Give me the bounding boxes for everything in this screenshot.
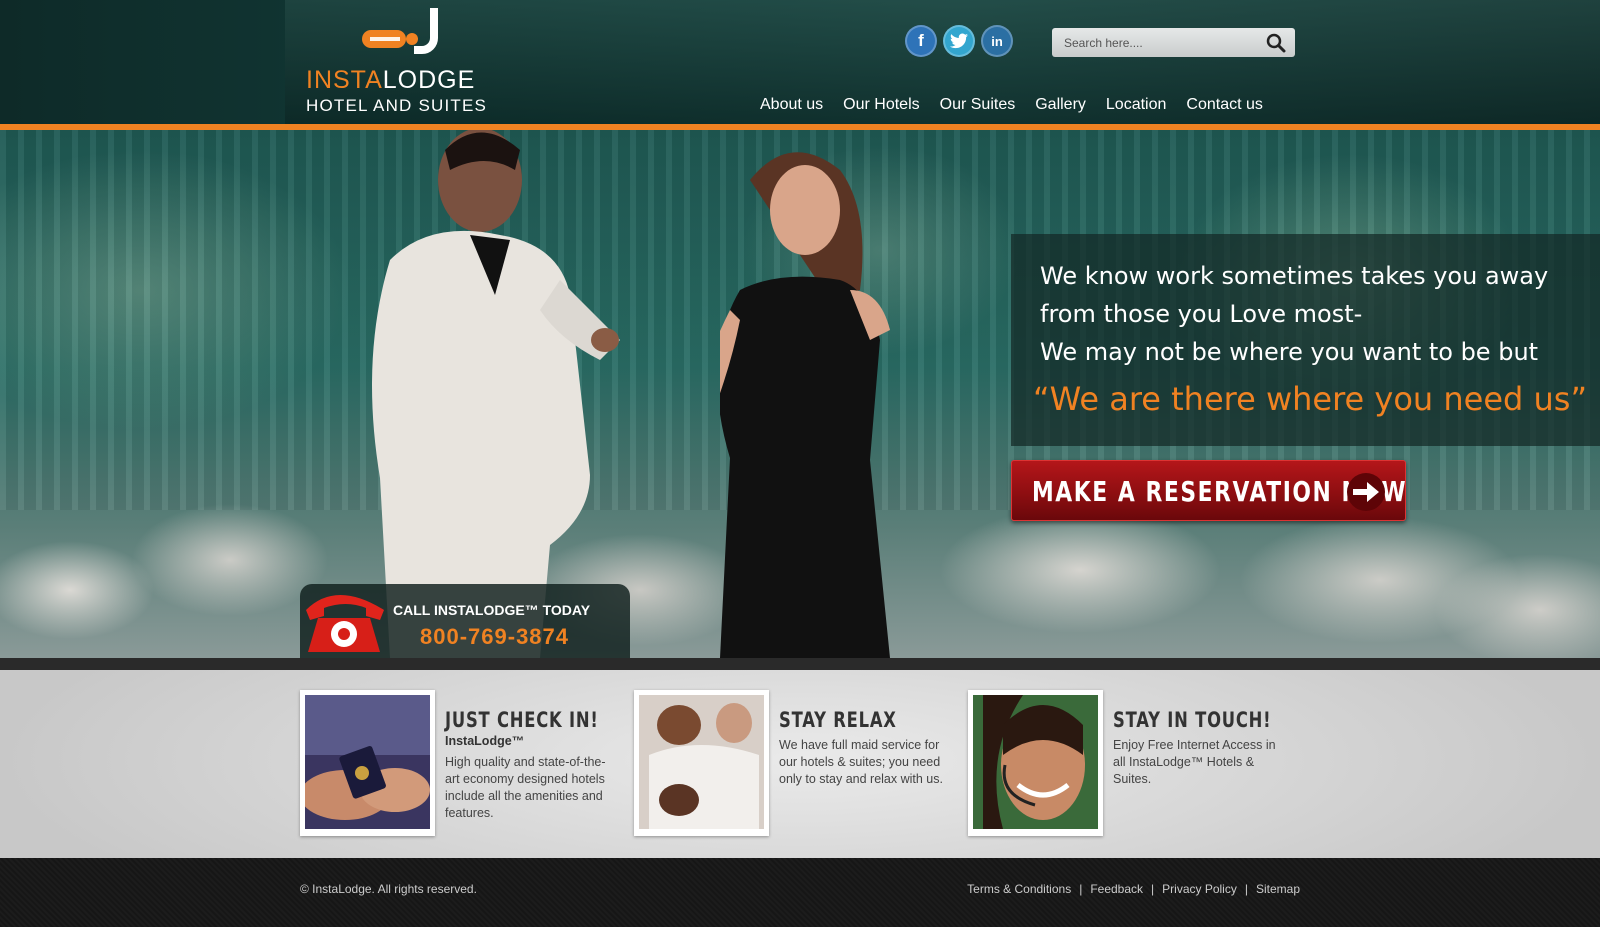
footer-separator: | bbox=[1079, 882, 1083, 896]
footer-separator: | bbox=[1151, 882, 1155, 896]
main-nav: About us Our Hotels Our Suites Gallery L… bbox=[760, 96, 1263, 114]
feature-stay-in-touch: STAY IN TOUCH! Enjoy Free Internet Acces… bbox=[968, 690, 1288, 840]
feature-stay-relax: STAY RELAX We have full maid service for… bbox=[634, 690, 954, 840]
search-box bbox=[1052, 28, 1295, 57]
nav-about-us[interactable]: About us bbox=[760, 96, 823, 114]
hero-bottom-bar bbox=[0, 658, 1600, 670]
tagline-quote: “We are there where you need us” bbox=[1033, 380, 1588, 418]
footer-separator: | bbox=[1244, 882, 1248, 896]
logo-brand-highlight: INSTA bbox=[306, 66, 383, 94]
feature-title: STAY IN TOUCH! bbox=[1113, 708, 1272, 732]
nav-gallery[interactable]: Gallery bbox=[1035, 96, 1086, 114]
couple-relaxing-image bbox=[639, 695, 764, 829]
facebook-icon[interactable]: f bbox=[905, 25, 937, 57]
features-section: JUST CHECK IN! InstaLodge™ High quality … bbox=[0, 670, 1600, 858]
feature-text: We have full maid service for our hotels… bbox=[779, 738, 943, 786]
social-links: f in bbox=[905, 25, 1013, 57]
tagline-line-2: from those you Love most- bbox=[1040, 300, 1363, 328]
footer-link-sitemap[interactable]: Sitemap bbox=[1256, 882, 1300, 896]
hero-banner: We know work sometimes takes you away fr… bbox=[0, 130, 1600, 658]
feature-text: Enjoy Free Internet Access in all InstaL… bbox=[1113, 738, 1276, 786]
nav-contact-us[interactable]: Contact us bbox=[1186, 96, 1262, 114]
footer-link-feedback[interactable]: Feedback bbox=[1090, 882, 1143, 896]
nav-our-hotels[interactable]: Our Hotels bbox=[843, 96, 919, 114]
footer-link-terms[interactable]: Terms & Conditions bbox=[967, 882, 1071, 896]
nav-our-suites[interactable]: Our Suites bbox=[940, 96, 1016, 114]
logo-icon bbox=[362, 8, 438, 54]
linkedin-icon[interactable]: in bbox=[981, 25, 1013, 57]
site-footer: © InstaLodge. All rights reserved. Terms… bbox=[0, 858, 1600, 927]
feature-title: STAY RELAX bbox=[779, 708, 897, 732]
copyright: © InstaLodge. All rights reserved. bbox=[300, 882, 477, 896]
hero-woman-image bbox=[720, 152, 890, 658]
feature-thumbnail[interactable] bbox=[968, 690, 1103, 836]
feature-subtitle: InstaLodge™ bbox=[445, 734, 525, 748]
feature-thumbnail[interactable] bbox=[634, 690, 769, 836]
feature-title: JUST CHECK IN! bbox=[445, 708, 599, 732]
feature-check-in: JUST CHECK IN! InstaLodge™ High quality … bbox=[300, 690, 620, 840]
footer-links: Terms & Conditions | Feedback | Privacy … bbox=[967, 882, 1300, 896]
search-input[interactable] bbox=[1064, 34, 1254, 52]
site-header: INSTALODGE HOTEL AND SUITES f in About u… bbox=[0, 0, 1600, 126]
feature-thumbnail[interactable] bbox=[300, 690, 435, 836]
logo-brand: INSTALODGE bbox=[306, 66, 475, 95]
headset-agent-image bbox=[973, 695, 1098, 829]
nav-location[interactable]: Location bbox=[1106, 96, 1167, 114]
make-reservation-button[interactable]: MAKE A RESERVATION NOW bbox=[1011, 460, 1406, 521]
call-label: CALL INSTALODGE™ TODAY bbox=[393, 602, 591, 618]
tagline-line-3: We may not be where you want to be but bbox=[1040, 338, 1539, 366]
logo-brand-rest: LODGE bbox=[382, 66, 476, 94]
tagline-line-1: We know work sometimes takes you away bbox=[1040, 262, 1549, 290]
twitter-bird-glyph bbox=[950, 33, 968, 49]
hero-man-image bbox=[372, 130, 620, 658]
search-icon[interactable] bbox=[1265, 32, 1287, 54]
call-phone-number[interactable]: 800-769-3874 bbox=[420, 624, 569, 650]
arrow-right-icon bbox=[1347, 473, 1385, 511]
logo-subtitle: HOTEL AND SUITES bbox=[306, 96, 488, 115]
twitter-icon[interactable] bbox=[943, 25, 975, 57]
feature-text: High quality and state-of-the-art econom… bbox=[445, 755, 606, 820]
footer-link-privacy[interactable]: Privacy Policy bbox=[1162, 882, 1237, 896]
logo[interactable]: INSTALODGE HOTEL AND SUITES bbox=[306, 8, 496, 118]
telephone-icon bbox=[306, 595, 384, 652]
call-box: CALL INSTALODGE™ TODAY 800-769-3874 bbox=[300, 584, 630, 658]
keycard-hand-image bbox=[305, 695, 430, 829]
tagline-box: We know work sometimes takes you away fr… bbox=[1011, 234, 1600, 446]
